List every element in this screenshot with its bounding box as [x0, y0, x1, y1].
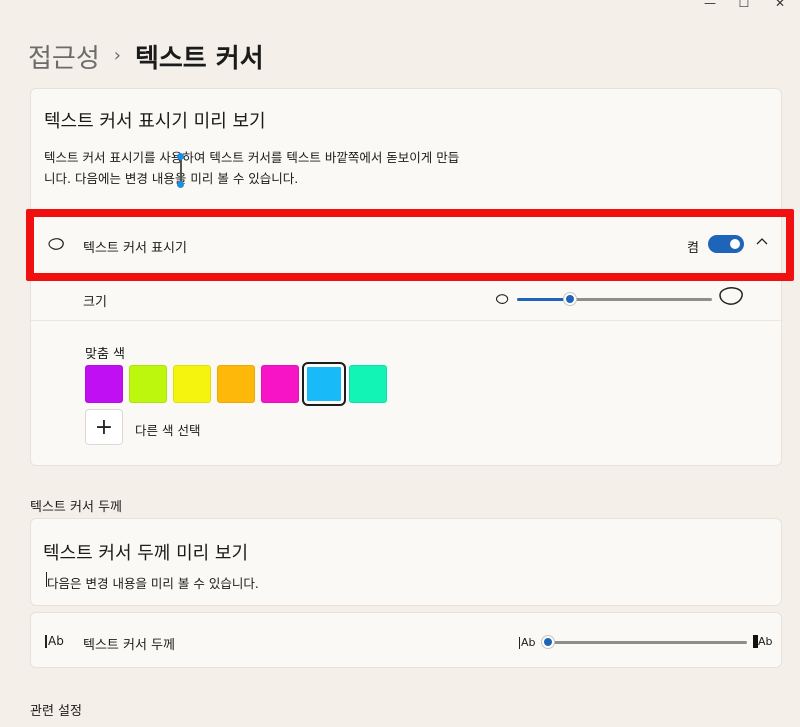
thickness-slider-track[interactable] [551, 641, 747, 644]
title-bar: — ☐ ✕ [0, 0, 800, 14]
cursor-indicator-label: 텍스트 커서 표시기 [83, 241, 187, 256]
size-setting-row: 크기 [31, 277, 783, 321]
add-color-label: 다른 색 선택 [135, 423, 201, 438]
plus-icon: + [94, 414, 114, 440]
preview-title: 텍스트 커서 표시기 미리 보기 [44, 111, 266, 132]
thin-cursor-icon: Ab [519, 636, 536, 649]
toggle-knob [730, 239, 740, 249]
toggle-state-label: 켬 [687, 241, 699, 256]
cursor-indicator-top-dot [177, 153, 184, 160]
color-swatch[interactable] [302, 362, 346, 406]
breadcrumb-separator: › [113, 44, 121, 66]
thickness-preview-card: 텍스트 커서 두께 미리 보기 다음은 변경 내용을 미리 볼 수 있습니다. [30, 518, 782, 606]
color-swatch[interactable] [85, 365, 123, 403]
thick-cursor-icon: Ab [753, 635, 773, 648]
size-label: 크기 [83, 295, 107, 310]
cursor-indicator-expander: 텍스트 커서 표시기 켬 크기 맞춤 색 + 다른 색 선택 [30, 214, 783, 466]
thickness-setting-card: Ab 텍스트 커서 두께 Ab Ab [30, 612, 782, 668]
color-swatch[interactable] [261, 365, 299, 403]
color-swatch[interactable] [173, 365, 211, 403]
thickness-preview-title: 텍스트 커서 두께 미리 보기 [43, 543, 249, 564]
thickness-preview-description: 다음은 변경 내용을 미리 볼 수 있습니다. [47, 576, 259, 591]
chevron-up-icon[interactable] [754, 233, 770, 249]
small-droplet-icon [495, 294, 509, 304]
cursor-indicator-preview-card: 텍스트 커서 표시기 미리 보기 텍스트 커서 표시기를 사용하여 텍스트 커서… [30, 88, 782, 214]
add-color-button[interactable]: + [85, 409, 123, 445]
cursor-indicator-header[interactable]: 텍스트 커서 표시기 켬 [31, 215, 783, 275]
related-settings-header: 관련 설정 [30, 704, 82, 719]
cursor-indicator-bottom-dot [177, 181, 184, 188]
size-slider-thumb[interactable] [563, 292, 577, 306]
maximize-button[interactable]: ☐ [724, 0, 764, 12]
custom-colors-label: 맞춤 색 [85, 347, 126, 362]
cursor-thickness-icon: Ab [45, 634, 64, 648]
size-slider-track[interactable] [571, 298, 712, 301]
large-droplet-icon [719, 287, 743, 305]
close-button[interactable]: ✕ [760, 0, 800, 12]
page-title: 텍스트 커서 [134, 43, 264, 74]
preview-description: 텍스트 커서 표시기를 사용하여 텍스트 커서를 텍스트 바깥쪽에서 돋보이게 … [44, 150, 460, 186]
thickness-slider-thumb[interactable] [541, 635, 555, 649]
size-slider-filled-track [517, 298, 569, 301]
thickness-label: 텍스트 커서 두께 [83, 638, 175, 653]
color-swatches [85, 362, 387, 406]
droplet-outline-icon [48, 238, 64, 250]
color-swatch[interactable] [349, 365, 387, 403]
breadcrumb: 접근성 › 텍스트 커서 [28, 36, 264, 76]
thickness-section-header: 텍스트 커서 두께 [30, 500, 122, 515]
breadcrumb-parent-accessibility[interactable]: 접근성 [28, 38, 100, 75]
color-swatch[interactable] [217, 365, 255, 403]
cursor-indicator-toggle[interactable] [708, 235, 744, 253]
color-swatch[interactable] [129, 365, 167, 403]
